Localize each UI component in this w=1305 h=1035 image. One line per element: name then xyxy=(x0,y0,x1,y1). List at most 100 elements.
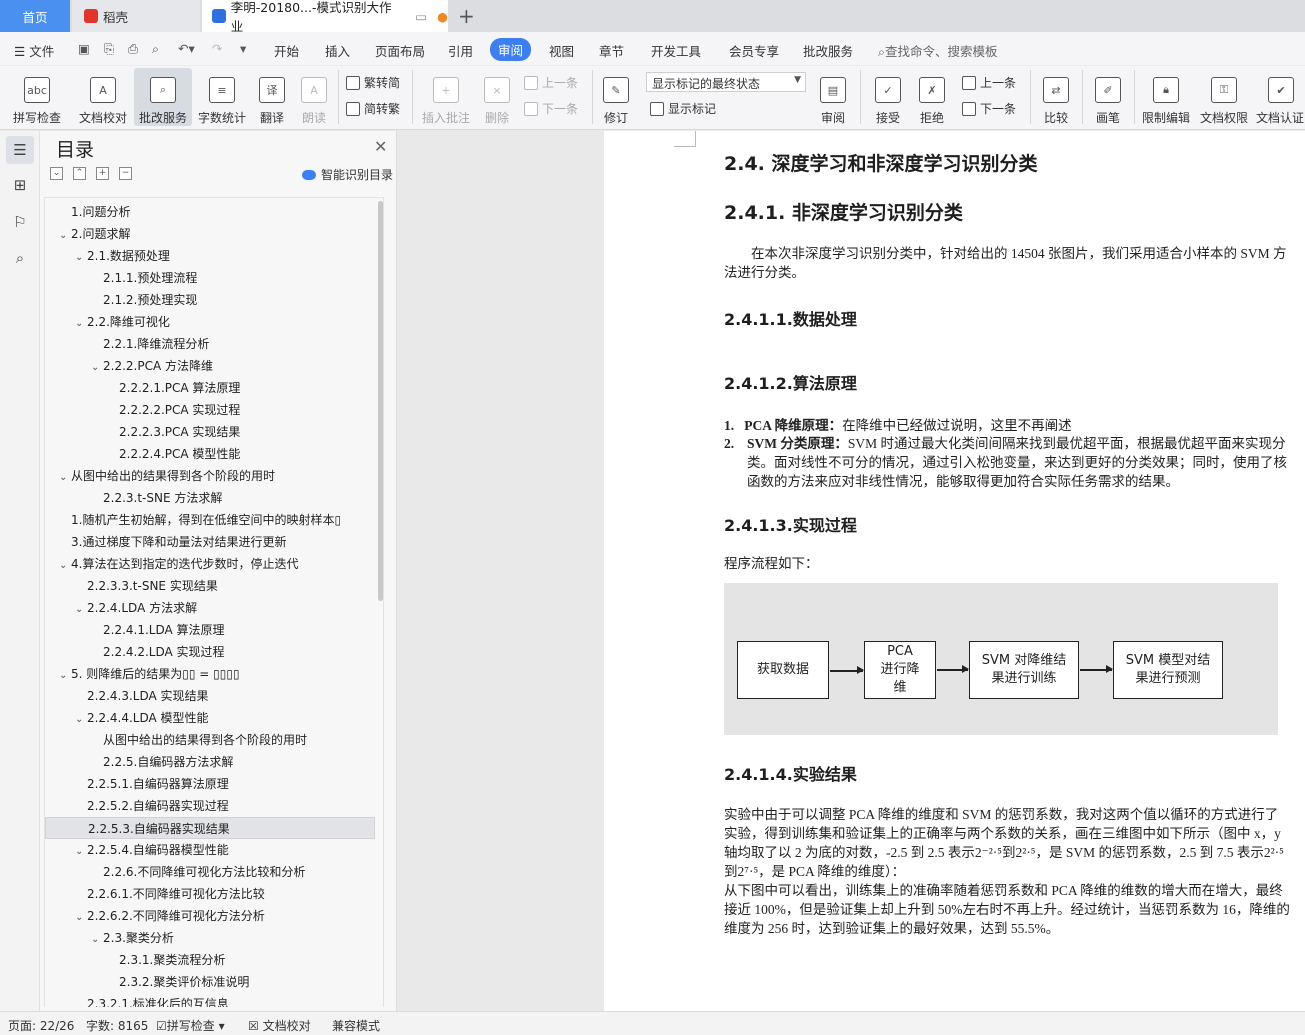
toc-panel-icon[interactable]: ☰ xyxy=(6,136,34,164)
toc-item[interactable]: 2.2.2.1.PCA 算法原理 xyxy=(45,377,375,399)
chevron-down-icon[interactable]: ⌄ xyxy=(59,555,71,575)
doc-check-status[interactable]: ☒ 文档校对 xyxy=(248,1017,311,1034)
toc-item[interactable]: ⌄ 2.问题求解 xyxy=(45,223,375,245)
toc-item[interactable]: ⌄ 4.算法在达到指定的迭代步数时，停止迭代 xyxy=(45,553,375,575)
chevron-down-icon[interactable]: ⌄ xyxy=(59,467,71,487)
print-icon[interactable]: ⎙ xyxy=(128,41,138,57)
toc-item[interactable]: 1.问题分析 xyxy=(45,201,375,223)
file-menu[interactable]: ☰ 文件 xyxy=(14,41,54,60)
toc-item[interactable]: 2.3.2.1.标准化后的互信息 xyxy=(45,993,375,1007)
smart-toc-button[interactable]: 智能识别目录 xyxy=(302,166,393,183)
menu-section[interactable]: 章节 xyxy=(599,41,624,60)
chevron-down-icon[interactable]: ⌄ xyxy=(75,313,87,333)
toc-item[interactable]: 2.2.4.1.LDA 算法原理 xyxy=(45,619,375,641)
correct-service-button[interactable]: ⌕ 批改服务 xyxy=(134,68,192,126)
toc-item[interactable]: ⌄ 2.2.2.PCA 方法降维 xyxy=(45,355,375,377)
toc-scrollbar[interactable] xyxy=(378,201,383,601)
chevron-down-icon[interactable]: ⌄ xyxy=(75,599,87,619)
more-icon[interactable]: ▾ xyxy=(240,41,246,56)
tab-document[interactable]: 李明-20180...-模式识别大作业 ▭ ● xyxy=(202,0,448,34)
expand-all-icon[interactable]: ⌃ xyxy=(73,167,86,180)
spell-check-button[interactable]: abc 拼写检查 xyxy=(6,68,68,126)
word-count-button[interactable]: ≡ 字数统计 xyxy=(194,68,250,126)
menu-insert[interactable]: 插入 xyxy=(325,41,350,60)
simp-to-trad-button[interactable]: 简转繁 xyxy=(346,100,400,117)
review-pane-button[interactable]: ▤ 审阅 xyxy=(814,68,852,126)
collapse-all-icon[interactable]: ⌄ xyxy=(50,167,63,180)
show-markup-button[interactable]: 显示标记 xyxy=(650,100,716,117)
new-tab-button[interactable]: + xyxy=(458,4,475,28)
spell-check-status[interactable]: ☑拼写检查 ▾ xyxy=(156,1017,225,1034)
page-indicator[interactable]: 页面: 22/26 xyxy=(8,1017,74,1034)
word-count-status[interactable]: 字数: 8165 xyxy=(86,1017,148,1034)
toc-item[interactable]: ⌄ 2.2.5.4.自编码器模型性能 xyxy=(45,839,375,861)
toc-item[interactable]: 2.2.3.3.t-SNE 实现结果 xyxy=(45,575,375,597)
preview-icon[interactable]: ⌕ xyxy=(152,41,159,57)
tab-home[interactable]: 首页 xyxy=(0,0,70,32)
toc-item[interactable]: ⌄ 2.2.4.4.LDA 模型性能 xyxy=(45,707,375,729)
reject-button[interactable]: ✗ 拒绝 xyxy=(912,68,952,126)
next-comment-button[interactable]: 下一条 xyxy=(524,100,578,117)
toc-item[interactable]: ⌄ 2.3.聚类分析 xyxy=(45,927,375,949)
chevron-down-icon[interactable]: ⌄ xyxy=(75,709,87,729)
trad-to-simp-button[interactable]: 繁转简 xyxy=(346,74,400,91)
tab-daoke[interactable]: 稻壳 xyxy=(72,0,200,32)
chevron-down-icon[interactable]: ⌄ xyxy=(59,665,71,685)
toc-item[interactable]: 2.2.6.不同降维可视化方法比较和分析 xyxy=(45,861,375,883)
toc-item[interactable]: 2.2.2.4.PCA 模型性能 xyxy=(45,443,375,465)
search-icon[interactable]: ⌕ xyxy=(11,249,29,267)
toc-item[interactable]: 2.2.4.2.LDA 实现过程 xyxy=(45,641,375,663)
toc-item[interactable]: 2.2.5.自编码器方法求解 xyxy=(45,751,375,773)
toc-item[interactable]: ⌄ 从图中给出的结果得到各个阶段的用时 xyxy=(45,465,375,487)
chevron-down-icon[interactable]: ⌄ xyxy=(91,929,103,949)
toc-item[interactable]: ⌄ 5. 则降维后的结果为▯▯ = ▯▯▯▯ xyxy=(45,663,375,685)
toc-item[interactable]: 2.2.5.3.自编码器实现结果 xyxy=(45,817,375,839)
toc-item[interactable]: 3.通过梯度下降和动量法对结果进行更新 xyxy=(45,531,375,553)
nav-tree-icon[interactable]: ⊞ xyxy=(11,176,29,194)
chevron-down-icon[interactable]: ⌄ xyxy=(75,247,87,267)
restrict-edit-button[interactable]: 🔒︎ 限制编辑 xyxy=(1138,68,1194,126)
toc-item[interactable]: 2.3.2.聚类评价标准说明 xyxy=(45,971,375,993)
undo-icon[interactable]: ↶▾ xyxy=(178,41,195,56)
menu-layout[interactable]: 页面布局 xyxy=(375,41,425,60)
doc-permission-button[interactable]: ⚿ 文档权限 xyxy=(1196,68,1252,126)
chevron-down-icon[interactable]: ⌄ xyxy=(75,841,87,861)
menu-view[interactable]: 视图 xyxy=(549,41,574,60)
add-item-icon[interactable]: + xyxy=(96,167,109,180)
toc-item[interactable]: 2.2.1.降维流程分析 xyxy=(45,333,375,355)
bookmark-icon[interactable]: ⚐ xyxy=(11,213,29,231)
toc-item[interactable]: ⌄ 2.2.降维可视化 xyxy=(45,311,375,333)
toc-item[interactable]: 2.3.1.聚类流程分析 xyxy=(45,949,375,971)
toc-item[interactable]: 1.随机产生初始解，得到在低维空间中的映射样本▯ xyxy=(45,509,375,531)
toc-item[interactable]: 2.2.3.t-SNE 方法求解 xyxy=(45,487,375,509)
window-icon[interactable]: ▭ xyxy=(415,9,427,24)
toc-item[interactable]: 2.2.2.3.PCA 实现结果 xyxy=(45,421,375,443)
menu-devtools[interactable]: 开发工具 xyxy=(651,41,701,60)
read-aloud-button[interactable]: A 朗读 xyxy=(294,68,334,126)
revise-button[interactable]: ✎ 修订 xyxy=(596,68,636,126)
close-icon[interactable]: ✕ xyxy=(374,137,387,156)
toc-item[interactable]: 2.2.5.2.自编码器实现过程 xyxy=(45,795,375,817)
menu-reference[interactable]: 引用 xyxy=(448,41,473,60)
toc-item[interactable]: ⌄ 2.2.6.2.不同降维可视化方法分析 xyxy=(45,905,375,927)
doc-check-button[interactable]: A 文档校对 xyxy=(72,68,134,126)
menu-member[interactable]: 会员专享 xyxy=(729,41,779,60)
translate-button[interactable]: 译翻译 xyxy=(252,68,292,126)
toc-item[interactable]: 2.2.6.1.不同降维可视化方法比较 xyxy=(45,883,375,905)
toc-item[interactable]: ⌄ 2.2.4.LDA 方法求解 xyxy=(45,597,375,619)
accept-button[interactable]: ✓ 接受 xyxy=(868,68,908,126)
insert-comment-button[interactable]: + 插入批注 xyxy=(418,68,474,126)
delete-comment-button[interactable]: × 删除 xyxy=(476,68,518,126)
markup-state-dropdown[interactable]: 显示标记的最终状态 ▼ xyxy=(646,72,806,92)
doc-cert-button[interactable]: ✔ 文档认证 xyxy=(1256,68,1305,126)
toc-item[interactable]: 2.1.1.预处理流程 xyxy=(45,267,375,289)
export-icon[interactable]: ⎘ xyxy=(104,41,114,57)
toc-item[interactable]: 2.2.4.3.LDA 实现结果 xyxy=(45,685,375,707)
document-page[interactable]: 2.4. 深度学习和非深度学习识别分类 2.4.1. 非深度学习识别分类 在本次… xyxy=(604,131,1305,1011)
chevron-down-icon[interactable]: ⌄ xyxy=(91,357,103,377)
menu-start[interactable]: 开始 xyxy=(274,41,299,60)
prev-comment-button[interactable]: 上一条 xyxy=(524,74,578,91)
redo-icon[interactable]: ↷ xyxy=(212,41,222,56)
save-icon[interactable]: ▣ xyxy=(78,41,90,56)
remove-item-icon[interactable]: − xyxy=(119,167,132,180)
